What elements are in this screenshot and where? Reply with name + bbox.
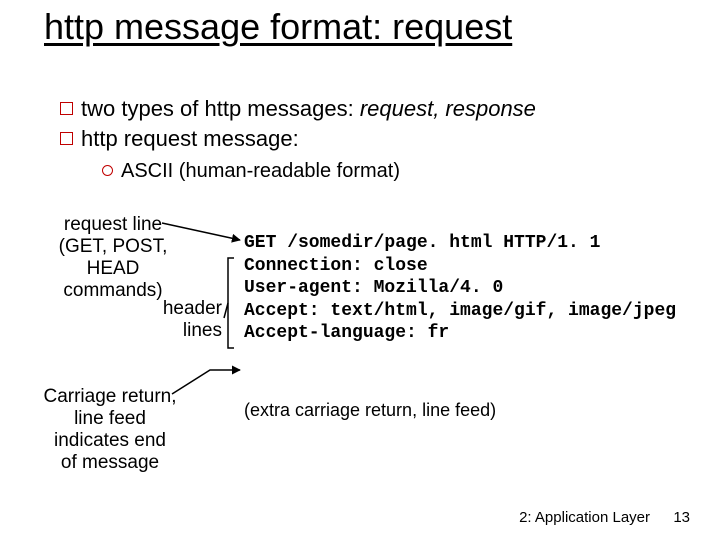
label-request-line-1: request line xyxy=(64,214,162,235)
bullet-2: http request message: xyxy=(60,126,299,152)
extra-crlf-note: (extra carriage return, line feed) xyxy=(244,400,496,421)
bullet-1-em: request, response xyxy=(360,96,536,121)
bullet-1-pre: two types of http messages: xyxy=(81,96,360,121)
label-header-lines-2: lines xyxy=(183,320,222,341)
bullet-2-text: http request message: xyxy=(81,126,299,151)
code-line-5: Accept-language: fr xyxy=(244,323,449,343)
square-bullet-icon xyxy=(60,102,73,115)
code-line-2: Connection: close xyxy=(244,256,428,276)
slide-title: http message format: request xyxy=(44,6,512,48)
label-crlf-1: Carriage return, xyxy=(43,386,176,407)
bullet-1: two types of http messages: request, res… xyxy=(60,96,536,122)
slide: http message format: request two types o… xyxy=(0,0,720,540)
footer-chapter: 2: Application Layer xyxy=(519,509,650,526)
circle-bullet-icon xyxy=(102,165,113,176)
code-line-1: GET /somedir/page. html HTTP/1. 1 xyxy=(244,233,600,253)
sub-bullet-text: ASCII (human-readable format) xyxy=(121,160,400,182)
http-request-code: GET /somedir/page. html HTTP/1. 1 Connec… xyxy=(244,232,676,345)
label-request-line-3: HEAD commands) xyxy=(63,258,162,301)
label-request-line: request line (GET, POST, HEAD commands) xyxy=(38,214,188,301)
label-header-lines-1: header xyxy=(163,298,222,319)
label-crlf-4: of message xyxy=(61,452,159,473)
label-crlf-3: indicates end xyxy=(54,430,166,451)
footer-page-number: 13 xyxy=(673,509,690,526)
label-crlf: Carriage return, line feed indicates end… xyxy=(30,386,190,473)
code-line-4: Accept: text/html, image/gif, image/jpeg xyxy=(244,301,676,321)
sub-bullet: ASCII (human-readable format) xyxy=(102,160,400,183)
square-bullet-icon xyxy=(60,132,73,145)
label-request-line-2: (GET, POST, xyxy=(59,236,168,257)
label-crlf-2: line feed xyxy=(74,408,146,429)
label-header-lines: header lines xyxy=(150,298,222,342)
code-line-3: User-agent: Mozilla/4. 0 xyxy=(244,278,503,298)
